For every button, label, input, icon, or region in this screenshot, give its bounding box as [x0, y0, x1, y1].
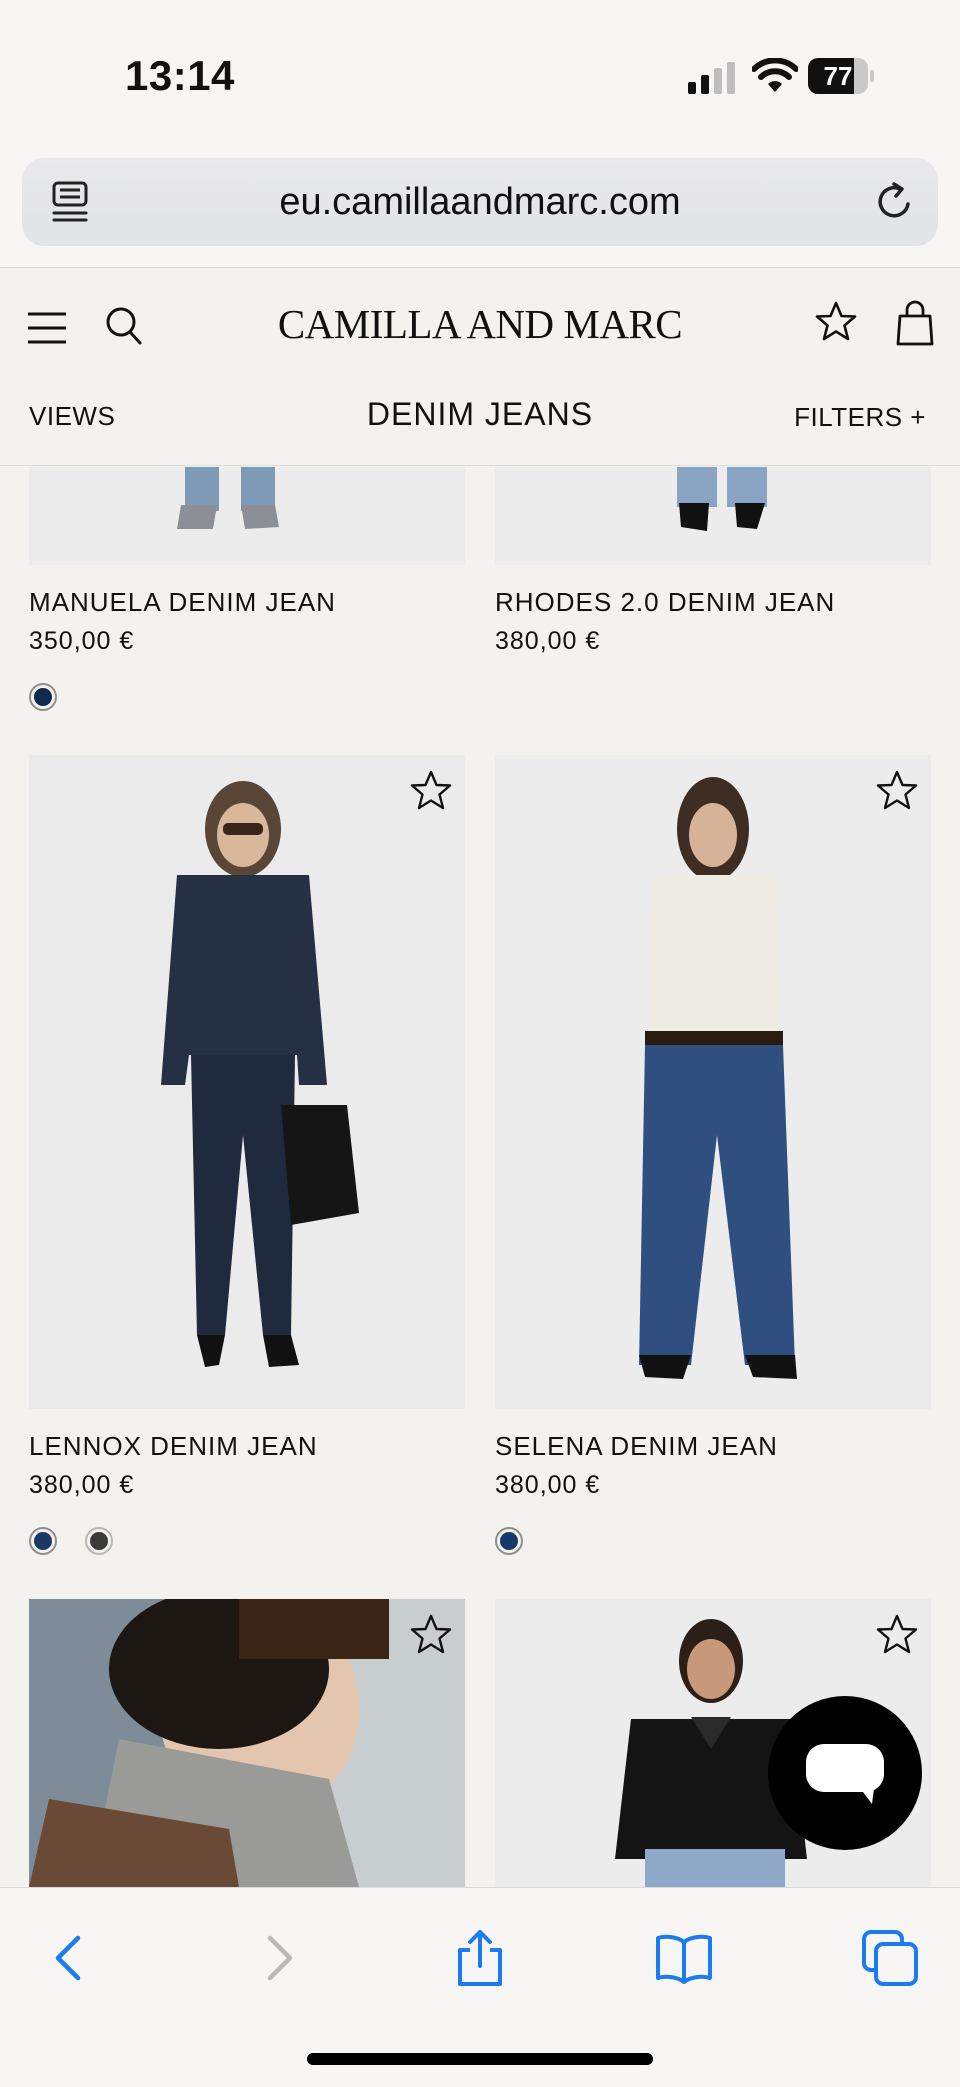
reload-icon[interactable]	[872, 180, 916, 224]
cellular-signal-icon	[688, 62, 735, 94]
product-image[interactable]	[29, 755, 465, 1409]
battery-level: 77	[823, 61, 853, 91]
product-price: 380,00 €	[495, 1471, 601, 1499]
address-bar[interactable]: eu.camillaandmarc.com	[22, 158, 938, 246]
filters-button[interactable]: FILTERS +	[794, 402, 926, 433]
product-price: 350,00 €	[29, 627, 135, 655]
color-swatch[interactable]	[495, 1527, 523, 1555]
product-price: 380,00 €	[29, 1471, 135, 1499]
product-image[interactable]	[495, 467, 931, 565]
url-text[interactable]: eu.camillaandmarc.com	[22, 158, 938, 246]
tabs-icon[interactable]	[860, 1928, 920, 1988]
product-image[interactable]	[29, 1599, 465, 1887]
chat-button[interactable]	[768, 1696, 922, 1850]
wishlist-star-icon[interactable]	[814, 300, 858, 344]
color-swatch[interactable]	[29, 683, 57, 711]
book-icon[interactable]	[654, 1928, 714, 1988]
wishlist-star-icon[interactable]	[409, 769, 453, 813]
color-swatch[interactable]	[29, 1527, 57, 1555]
wishlist-star-icon[interactable]	[875, 769, 919, 813]
wishlist-star-icon[interactable]	[875, 1613, 919, 1657]
share-icon[interactable]	[450, 1928, 510, 1988]
product-image[interactable]	[29, 467, 465, 565]
forward-arrow-icon[interactable]	[248, 1928, 308, 1988]
product-name[interactable]: RHODES 2.0 DENIM JEAN	[495, 587, 835, 618]
status-bar: 13:14 77	[0, 0, 960, 140]
back-arrow-icon[interactable]	[40, 1928, 100, 1988]
product-name[interactable]: LENNOX DENIM JEAN	[29, 1431, 318, 1462]
site-header: CAMILLA AND MARC VIEWS DENIM JEANS FILTE…	[0, 268, 960, 466]
wifi-icon	[752, 58, 798, 92]
product-name[interactable]: SELENA DENIM JEAN	[495, 1431, 778, 1462]
product-name[interactable]: MANUELA DENIM JEAN	[29, 587, 336, 618]
wishlist-star-icon[interactable]	[409, 1613, 453, 1657]
home-indicator	[307, 2053, 653, 2065]
shopping-bag-icon[interactable]	[894, 300, 936, 346]
browser-address-area: eu.camillaandmarc.com	[0, 140, 960, 268]
color-swatch[interactable]	[85, 1527, 113, 1555]
product-image[interactable]	[495, 755, 931, 1409]
chat-bubble-icon	[806, 1744, 884, 1804]
product-price: 380,00 €	[495, 627, 601, 655]
battery-icon: 77	[808, 58, 874, 94]
status-time: 13:14	[125, 52, 235, 99]
